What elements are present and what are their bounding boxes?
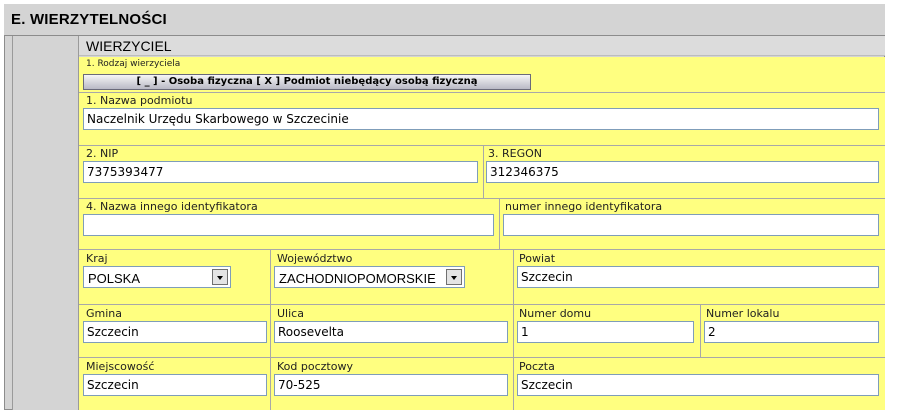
other-id-number-label: numer innego identyfikatora [505,200,663,213]
post-office-label: Poczta [519,360,555,373]
other-id-name-field[interactable] [83,214,494,236]
city-field[interactable]: Szczecin [83,374,267,396]
other-id-number-field[interactable] [503,214,879,236]
country-label: Kraj [86,252,108,265]
country-value: POLSKA [88,271,141,286]
county-field[interactable]: Szczecin [517,266,879,288]
section-indent [12,36,79,410]
nip-field[interactable]: 7375393477 [83,161,478,183]
postal-code-field[interactable]: 70-525 [274,374,508,396]
row-divider [79,357,885,358]
col-divider [483,146,484,198]
municipality-label: Gmina [86,307,123,320]
regon-field[interactable]: 312346375 [486,161,879,183]
apartment-number-label: Numer lokalu [706,307,780,320]
voivodeship-label: Województwo [277,252,353,265]
creditor-type-button[interactable]: [ _ ] - Osoba fizyczna [ X ] Podmiot nie… [83,74,531,90]
country-select[interactable]: POLSKA [83,266,231,288]
street-field[interactable]: Roosevelta [274,321,508,343]
entity-name-field[interactable]: Naczelnik Urzędu Skarbowego w Szczecinie [83,108,879,130]
col-divider [513,250,514,410]
chevron-down-icon[interactable] [446,269,462,285]
voivodeship-value: ZACHODNIOPOMORSKIE [279,271,436,286]
other-id-name-label: 4. Nazwa innego identyfikatora [86,200,258,213]
chevron-down-icon[interactable] [212,269,228,285]
col-divider [499,199,500,249]
row-divider [79,249,885,250]
regon-label: 3. REGON [488,147,542,160]
apartment-number-field[interactable]: 2 [704,321,879,343]
house-number-label: Numer domu [519,307,592,320]
section-title: E. WIERZYTELNOŚCI [11,11,167,28]
city-label: Miejscowość [86,360,155,373]
row-divider [79,304,885,305]
municipality-field[interactable]: Szczecin [83,321,267,343]
county-label: Powiat [519,252,556,265]
post-office-field[interactable]: Szczecin [517,374,879,396]
voivodeship-select[interactable]: ZACHODNIOPOMORSKIE [274,266,465,288]
col-divider [270,250,271,410]
house-number-field[interactable]: 1 [517,321,694,343]
nip-label: 2. NIP [86,147,119,160]
entity-name-label: 1. Nazwa podmiotu [86,94,193,107]
row-divider [79,145,885,146]
creditor-header [79,36,885,56]
postal-code-label: Kod pocztowy [277,360,353,373]
creditor-type-label: 1. Rodzaj wierzyciela [86,59,181,69]
creditor-title: WIERZYCIEL [86,38,172,54]
street-label: Ulica [277,307,304,320]
col-divider [700,305,701,357]
row-divider [79,198,885,199]
row-divider [79,92,885,93]
